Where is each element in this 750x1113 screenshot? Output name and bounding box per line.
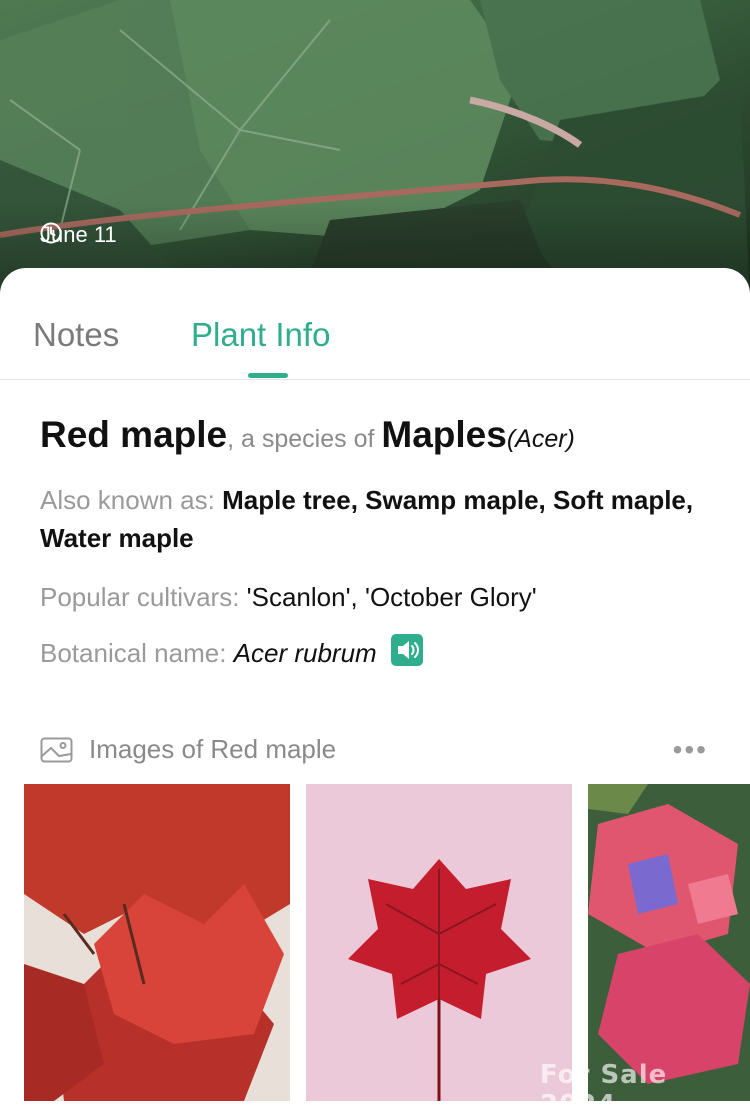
image-thumbnail-2[interactable] bbox=[306, 784, 572, 1101]
tab-notes[interactable]: Notes bbox=[33, 316, 119, 354]
images-title: Images of Red maple bbox=[89, 734, 337, 764]
active-tab-indicator bbox=[248, 373, 288, 378]
tab-plant-info[interactable]: Plant Info bbox=[191, 316, 330, 354]
cultivars-row: Popular cultivars: 'Scanlon', 'October G… bbox=[40, 578, 700, 616]
botanical-label: Botanical name: bbox=[40, 638, 234, 668]
image-thumbnail-1[interactable] bbox=[24, 784, 290, 1101]
clock-icon bbox=[40, 222, 62, 244]
date-chip: June 11 bbox=[40, 222, 117, 248]
species-of-text: , a species of bbox=[227, 425, 382, 453]
botanical-name-row: Botanical name: Acer rubrum bbox=[40, 634, 700, 672]
more-options-button[interactable]: ••• bbox=[673, 734, 708, 766]
speaker-icon[interactable] bbox=[390, 634, 423, 666]
image-thumbnail-3[interactable] bbox=[588, 784, 750, 1101]
aka-label: Also known as: bbox=[40, 485, 223, 515]
genus-latin: (Acer) bbox=[506, 425, 575, 453]
hero-photo: June 11 bbox=[0, 0, 750, 300]
maple-leaves-illustration bbox=[0, 0, 750, 300]
genus-link[interactable]: Maples bbox=[381, 414, 506, 455]
cultivars-label: Popular cultivars: bbox=[40, 582, 247, 612]
watermark-text: For Sale 2024 bbox=[540, 1060, 668, 1113]
images-section-header: Images of Red maple bbox=[40, 734, 336, 765]
plant-title: Red maple, a species of Maples(Acer) bbox=[40, 414, 720, 456]
also-known-as-row: Also known as: Maple tree, Swamp maple, … bbox=[40, 481, 700, 557]
botanical-value: Acer rubrum bbox=[233, 638, 377, 668]
cultivars-value: 'Scanlon', 'October Glory' bbox=[246, 582, 537, 612]
common-name: Red maple bbox=[40, 414, 228, 455]
plant-detail-sheet: Notes Plant Info Red maple, a species of… bbox=[0, 268, 750, 1113]
tab-bar: Notes Plant Info bbox=[0, 268, 750, 380]
gallery-icon bbox=[40, 737, 73, 762]
